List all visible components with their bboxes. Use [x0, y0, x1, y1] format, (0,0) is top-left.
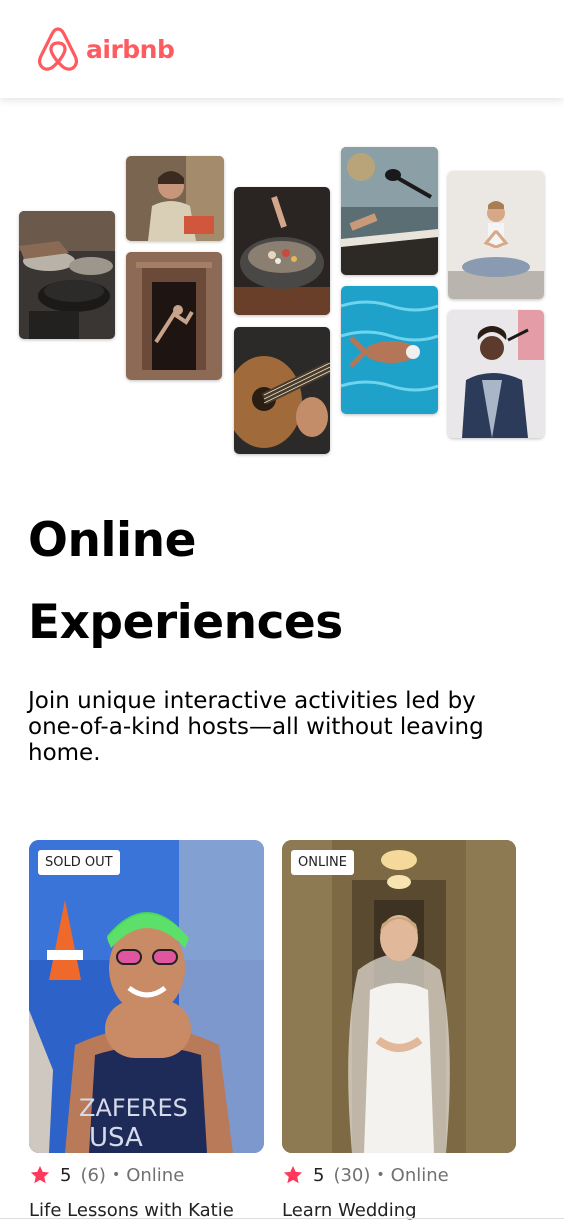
- review-count: (30): [333, 1164, 371, 1186]
- status-badge: ONLINE: [291, 850, 354, 875]
- dancer-doorway-photo: [126, 252, 222, 380]
- page-title: Online Experiences: [28, 500, 528, 664]
- rating-row: 5 (30) • Online: [282, 1164, 516, 1186]
- separator-dot: •: [111, 1167, 121, 1183]
- athlete-zaferes-photo[interactable]: ZAFERES USA SOLD OUT: [29, 840, 264, 1153]
- experience-mode: Online: [126, 1164, 185, 1186]
- experience-card[interactable]: ONLINE 5 (30) • Online Learn Wedding: [282, 840, 516, 1221]
- singer-photo: [448, 310, 544, 438]
- svg-text:ZAFERES: ZAFERES: [79, 1094, 188, 1122]
- yoga-photo: [448, 171, 544, 299]
- status-badge: SOLD OUT: [38, 850, 120, 875]
- experience-mode: Online: [390, 1164, 449, 1186]
- airbnb-logo[interactable]: airbnb: [36, 25, 175, 73]
- keyboard-microphone-photo: [341, 147, 438, 275]
- rating-value: 5: [60, 1164, 72, 1186]
- page-title-line2: Experiences: [28, 595, 343, 650]
- bride-photo[interactable]: ONLINE: [282, 840, 516, 1153]
- cooking-pots-photo: [19, 211, 115, 339]
- divider: [0, 1218, 564, 1219]
- food-bowl-photo: [234, 187, 330, 315]
- top-navbar: airbnb: [0, 0, 564, 98]
- star-icon: [30, 1165, 50, 1184]
- page-title-line1: Online: [28, 513, 196, 568]
- experience-card[interactable]: ZAFERES USA SOLD OUT 5 (6) • Online Life…: [29, 840, 264, 1221]
- page-subtitle: Join unique interactive activities led b…: [28, 688, 484, 766]
- swimmer-photo: [341, 286, 438, 414]
- svg-text:USA: USA: [89, 1123, 143, 1153]
- woman-cooking-photo: [126, 156, 224, 241]
- rating-row: 5 (6) • Online: [29, 1164, 264, 1186]
- separator-dot: •: [376, 1167, 385, 1183]
- hero-collage: [0, 140, 564, 470]
- rating-value: 5: [313, 1164, 325, 1186]
- star-icon: [283, 1165, 303, 1184]
- review-count: (6): [80, 1164, 106, 1186]
- guitar-photo: [234, 327, 330, 454]
- brand-name: airbnb: [86, 34, 175, 64]
- airbnb-belo-icon: [38, 27, 78, 71]
